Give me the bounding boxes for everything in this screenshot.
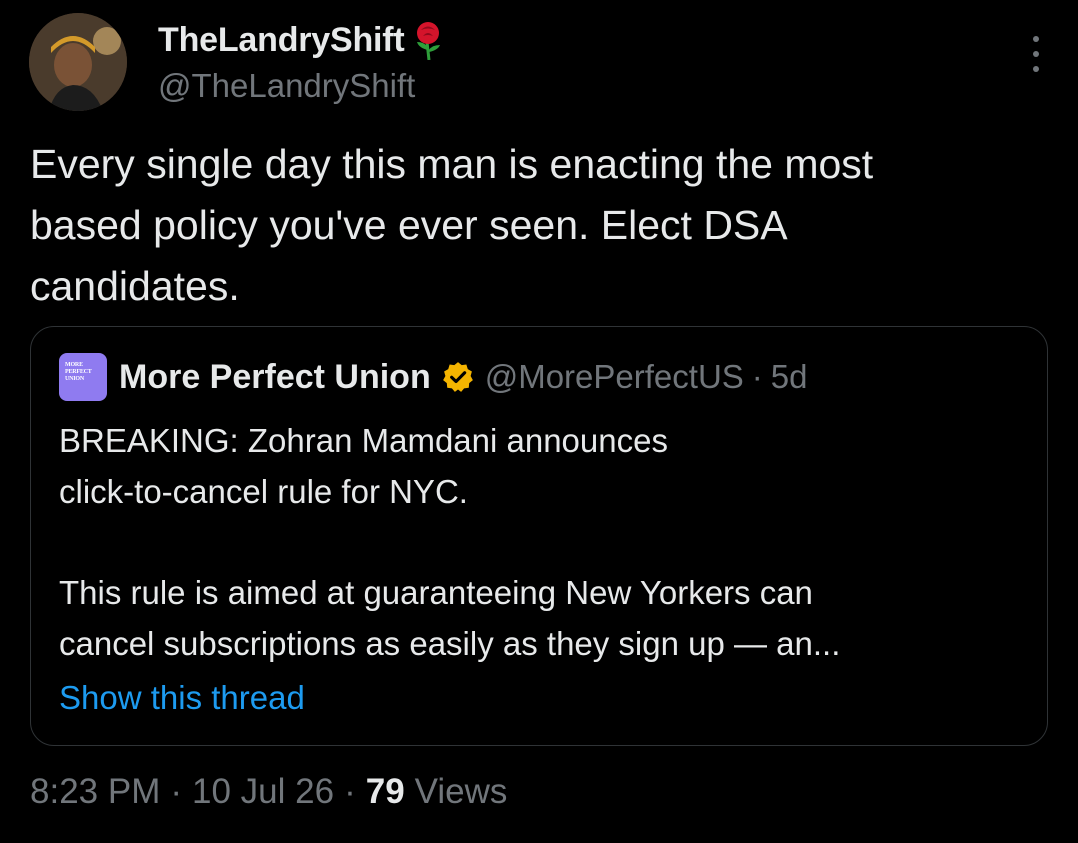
quoted-tweet-text-1: BREAKING: Zohran Mamdani announces click… [59,422,668,510]
quoted-tweet-time[interactable]: 5d [771,358,808,396]
author-header: TheLandryShift @TheLandryShift [158,18,445,108]
tweet-text: Every single day this man is enacting th… [30,141,874,309]
separator-dot: · [170,772,183,811]
views-count[interactable]: 79 [366,772,405,812]
author-display-name[interactable]: TheLandryShift [158,18,405,62]
more-options-icon[interactable] [1030,36,1042,72]
quoted-author-display-name[interactable]: More Perfect Union [119,358,431,397]
author-handle[interactable]: @TheLandryShift [158,64,445,108]
views-label: Views [414,772,508,811]
quoted-tweet-header: More Perfect Union @MorePerfectUS · 5d [119,354,808,400]
quoted-author-avatar[interactable]: MORE PERFECT UNION [59,353,107,401]
quoted-avatar-logo-text: MORE PERFECT UNION [65,362,92,382]
tweet-time[interactable]: 8:23 PM [30,772,160,812]
tweet-date[interactable]: 10 Jul 26 [192,772,334,812]
quoted-author-handle[interactable]: @MorePerfectUS [485,358,744,396]
tweet: TheLandryShift @TheLandryShift Every sin… [0,0,1078,843]
quoted-tweet[interactable]: MORE PERFECT UNION More Perfect Union @M… [30,326,1048,746]
separator-dot: · [751,358,763,395]
separator-dot: · [344,772,356,811]
tweet-meta: 8:23 PM · 10 Jul 26 · 79 Views [30,767,507,817]
show-thread-link[interactable]: Show this thread [59,675,305,721]
verified-badge-icon [441,360,475,394]
quoted-tweet-text-2: This rule is aimed at guaranteeing New Y… [59,574,841,662]
rose-icon [411,20,445,61]
author-avatar[interactable] [29,13,127,111]
avatar-photo [29,13,127,111]
